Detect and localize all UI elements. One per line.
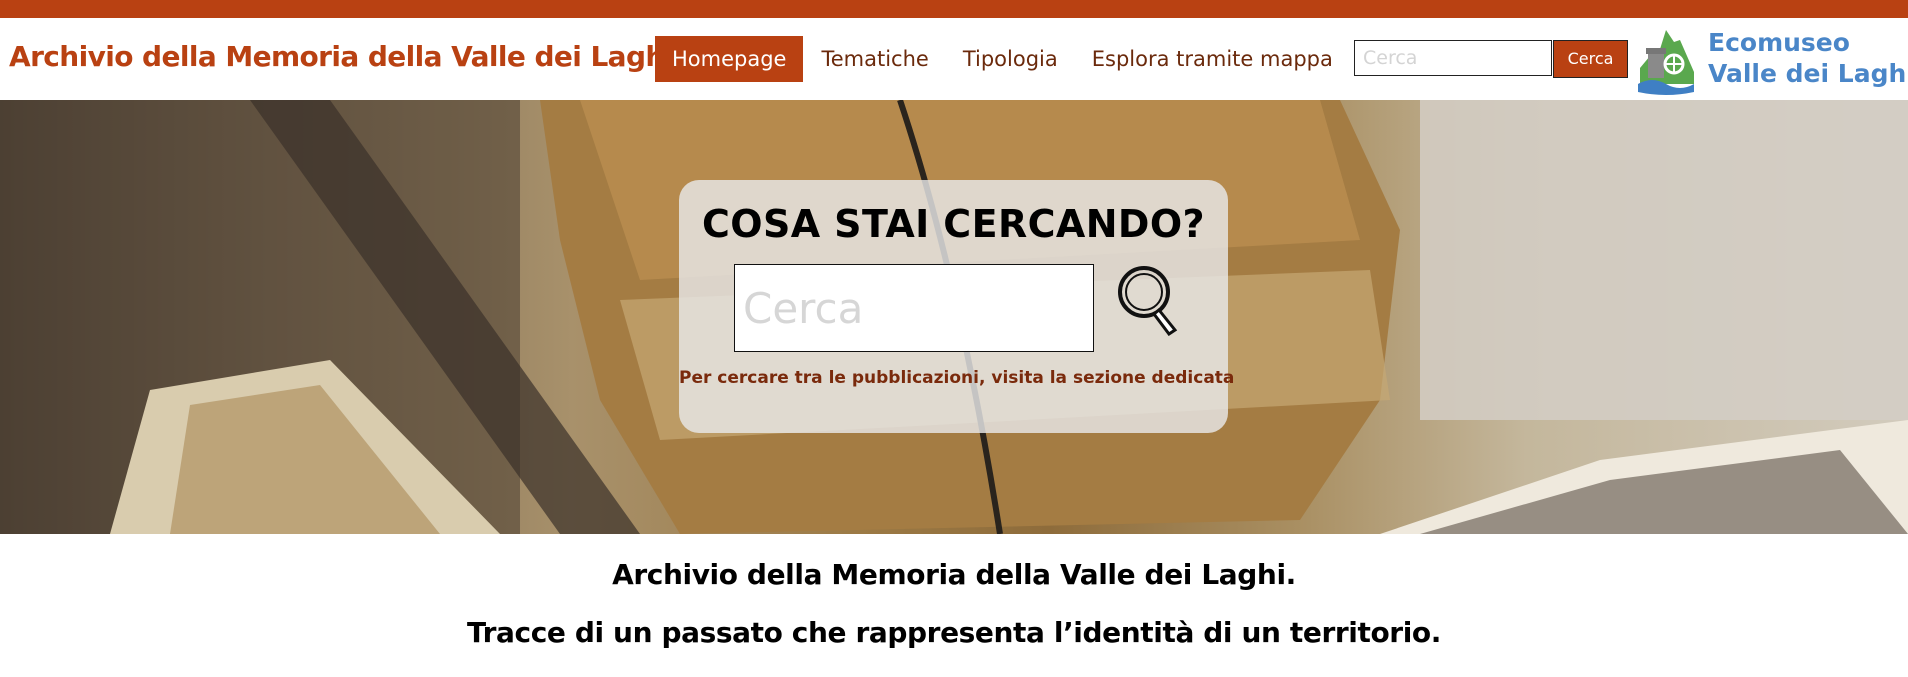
magnifying-glass-icon[interactable]: [1117, 264, 1181, 336]
logo-tower-shape: [1648, 52, 1664, 78]
logo-text-line1: Ecomuseo: [1708, 28, 1850, 57]
intro-subheading: Tracce di un passato che rappresenta l’i…: [467, 616, 1441, 649]
lens-inner-ring: [1125, 273, 1163, 311]
site-title[interactable]: Archivio della Memoria della Valle dei L…: [9, 40, 674, 73]
nav-item-homepage[interactable]: Homepage: [655, 36, 804, 82]
top-accent-bar: [0, 0, 1908, 18]
nav-item-esplora-mappa[interactable]: Esplora tramite mappa: [1075, 36, 1350, 82]
publications-link[interactable]: Per cercare tra le pubblicazioni, visita…: [679, 368, 1234, 388]
header-search-button[interactable]: Cerca: [1553, 40, 1628, 78]
main-nav: Homepage Tematiche Tipologia Esplora tra…: [655, 36, 1350, 82]
ecomuseo-logo-text[interactable]: Ecomuseo Valle dei Laghi: [1708, 27, 1908, 89]
hero-search-panel: COSA STAI CERCANDO? Per cercare tra le p…: [679, 180, 1234, 433]
intro-heading: Archivio della Memoria della Valle dei L…: [612, 558, 1296, 591]
nav-item-tipologia[interactable]: Tipologia: [946, 36, 1075, 82]
lens-ring: [1118, 266, 1170, 318]
nav-item-tematiche[interactable]: Tematiche: [804, 36, 945, 82]
hero-search-input[interactable]: [734, 264, 1094, 352]
lens-handle: [1151, 307, 1178, 336]
bg-right-table: [1420, 100, 1908, 420]
hero-title: COSA STAI CERCANDO?: [701, 202, 1205, 246]
header-search-input[interactable]: [1354, 40, 1552, 76]
logo-text-line2: Valle dei Laghi: [1708, 59, 1908, 88]
logo-tower-top: [1646, 48, 1666, 54]
